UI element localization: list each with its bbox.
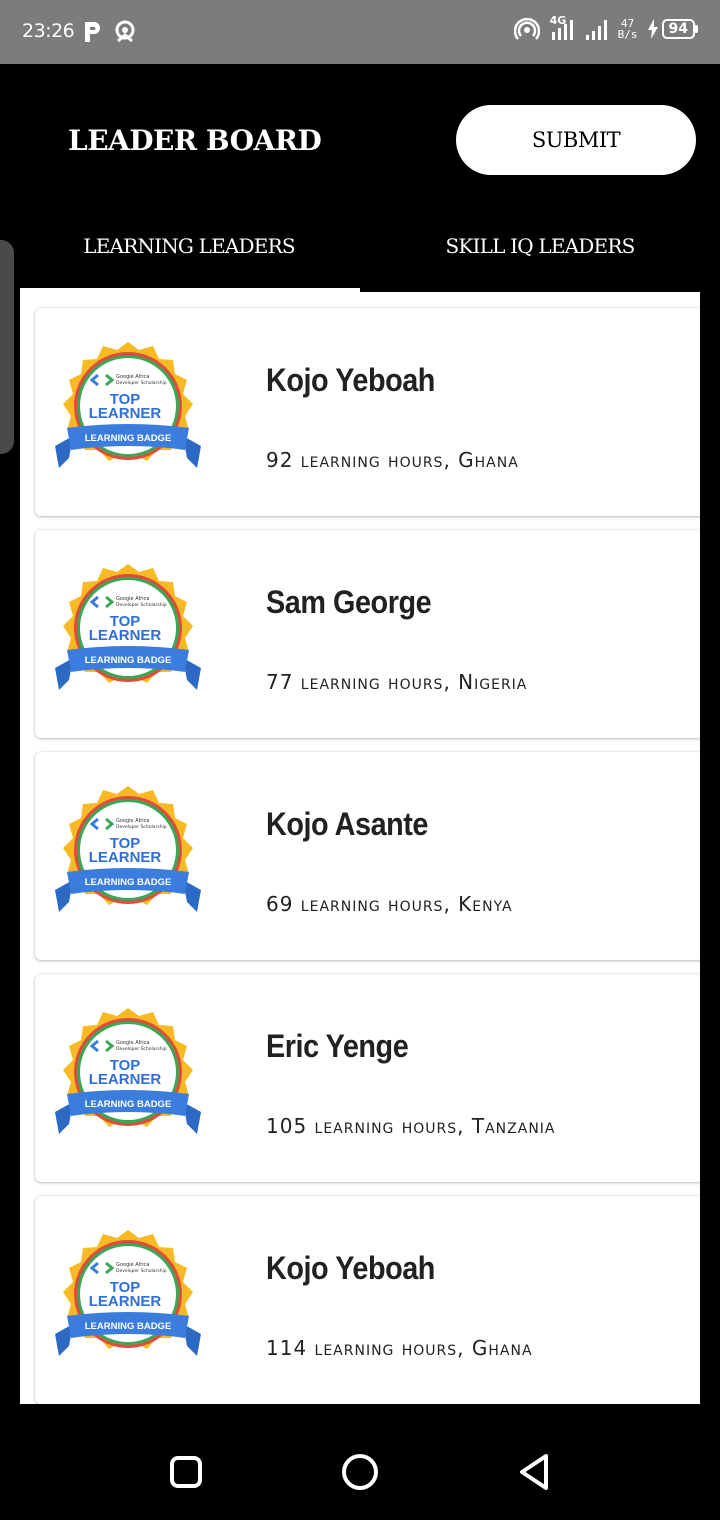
svg-text:Google Africa: Google Africa [116, 1040, 149, 1046]
leader-card[interactable]: Google Africa Developer Scholarship TOP … [35, 308, 700, 516]
status-left-icons [82, 19, 138, 45]
system-nav-bar [0, 1404, 720, 1520]
svg-text:LEARNING BADGE: LEARNING BADGE [85, 433, 172, 444]
status-time: 23:26 [22, 20, 75, 42]
leader-card[interactable]: Google Africa Developer Scholarship TOP … [35, 530, 700, 738]
network-4g-icon: 4G [548, 14, 576, 42]
leader-detail: 105 learning hours, Tanzania [266, 1114, 556, 1138]
signal-icon [585, 20, 607, 40]
leaders-list[interactable]: Google Africa Developer Scholarship TOP … [20, 292, 700, 1404]
top-learner-badge-icon: Google Africa Developer Scholarship TOP … [55, 1008, 201, 1134]
top-learner-badge-icon: Google Africa Developer Scholarship TOP … [55, 564, 201, 690]
page-title: LEADER BOARD [68, 124, 322, 157]
status-right-icons: 4G 47 B/s 94 [513, 14, 698, 42]
recent-apps-icon[interactable] [166, 1452, 206, 1492]
svg-text:LEARNER: LEARNER [89, 405, 162, 422]
leader-name: Eric Yenge [266, 1028, 409, 1064]
leader-detail: 69 learning hours, Kenya [266, 892, 513, 916]
battery-indicator: 94 [646, 18, 698, 40]
net-speed-unit: B/s [617, 28, 638, 41]
svg-text:Developer Scholarship: Developer Scholarship [116, 1046, 167, 1052]
leader-card[interactable]: Google Africa Developer Scholarship TOP … [35, 752, 700, 960]
home-icon[interactable] [340, 1452, 380, 1492]
leader-card[interactable]: Google Africa Developer Scholarship TOP … [35, 974, 700, 1182]
leader-name: Kojo Yeboah [266, 362, 435, 398]
status-bar: 23:26 4G 47 B/s 94 [0, 0, 720, 64]
tab-skill-iq-leaders[interactable]: SKILL IQ LEADERS [360, 224, 720, 292]
svg-text:Google Africa: Google Africa [116, 1262, 149, 1268]
svg-text:LEARNING BADGE: LEARNING BADGE [85, 877, 172, 888]
leader-card[interactable]: Google Africa Developer Scholarship TOP … [35, 1196, 700, 1404]
leader-detail: 114 learning hours, Ghana [266, 1336, 533, 1360]
net-speed: 47 B/s [618, 18, 638, 40]
leader-name: Sam George [266, 584, 432, 620]
back-icon[interactable] [514, 1452, 554, 1492]
svg-text:LEARNER: LEARNER [89, 849, 162, 866]
submit-button[interactable]: SUBMIT [456, 105, 696, 175]
leader-detail: 77 learning hours, Nigeria [266, 670, 528, 694]
svg-text:LEARNER: LEARNER [89, 1293, 162, 1310]
top-learner-badge-icon: Google Africa Developer Scholarship TOP … [55, 342, 201, 468]
svg-text:LEARNER: LEARNER [89, 1071, 162, 1088]
leader-name: Kojo Yeboah [266, 1250, 435, 1286]
svg-text:LEARNING BADGE: LEARNING BADGE [85, 1321, 172, 1332]
edge-panel-handle[interactable] [0, 240, 14, 454]
top-learner-badge-icon: Google Africa Developer Scholarship TOP … [55, 786, 201, 912]
parking-app-icon [85, 22, 100, 42]
tab-learning-leaders[interactable]: LEARNING LEADERS [18, 224, 360, 292]
svg-text:LEARNING BADGE: LEARNING BADGE [85, 1099, 172, 1110]
tab-bar: LEARNING LEADERS SKILL IQ LEADERS [0, 224, 720, 292]
leader-name: Kojo Asante [266, 806, 428, 842]
svg-text:Developer Scholarship: Developer Scholarship [116, 380, 167, 386]
hotspot-icon [513, 17, 540, 40]
svg-text:Developer Scholarship: Developer Scholarship [116, 602, 167, 608]
battery-level: 94 [661, 19, 695, 39]
svg-text:Developer Scholarship: Developer Scholarship [116, 824, 167, 830]
battery-tip [695, 25, 698, 33]
svg-text:Google Africa: Google Africa [116, 596, 149, 602]
svg-text:Google Africa: Google Africa [116, 374, 149, 380]
location-app-icon [115, 20, 135, 43]
charging-icon [647, 19, 658, 39]
top-learner-badge-icon: Google Africa Developer Scholarship TOP … [55, 1230, 201, 1356]
app-header: LEADER BOARD SUBMIT LEARNING LEADERS SKI… [0, 64, 720, 292]
leader-detail: 92 learning hours, Ghana [266, 448, 519, 472]
svg-text:LEARNER: LEARNER [89, 627, 162, 644]
svg-text:LEARNING BADGE: LEARNING BADGE [85, 655, 172, 666]
svg-text:Google Africa: Google Africa [116, 818, 149, 824]
svg-text:Developer Scholarship: Developer Scholarship [116, 1268, 167, 1274]
